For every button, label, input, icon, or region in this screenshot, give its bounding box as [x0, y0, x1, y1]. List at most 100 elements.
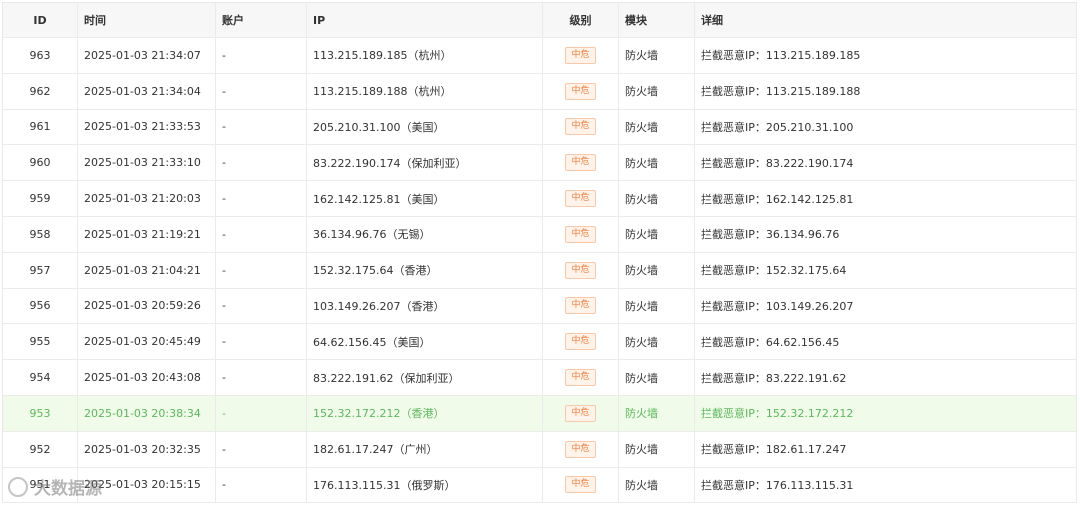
- cell-detail: 拦截恶意IP：113.215.189.188: [694, 73, 1077, 110]
- cell-detail: 拦截恶意IP：152.32.175.64: [694, 252, 1077, 289]
- cell-level: 中危: [542, 216, 619, 253]
- table-row[interactable]: 962 2025-01-03 21:34:04 - 113.215.189.18…: [2, 73, 1077, 110]
- cell-detail: 拦截恶意IP：83.222.191.62: [694, 359, 1077, 396]
- cell-detail: 拦截恶意IP：103.149.26.207: [694, 288, 1077, 325]
- cell-account: -: [215, 395, 307, 432]
- level-badge: 中危: [565, 261, 596, 279]
- level-badge: 中危: [565, 440, 596, 458]
- table-row[interactable]: 959 2025-01-03 21:20:03 - 162.142.125.81…: [2, 180, 1077, 217]
- table-row-highlighted[interactable]: 953 2025-01-03 20:38:34 - 152.32.172.212…: [2, 395, 1077, 432]
- column-header-detail[interactable]: 详细: [694, 2, 1077, 38]
- cell-level: 中危: [542, 144, 619, 182]
- cell-detail: 拦截恶意IP：176.113.115.31: [694, 467, 1077, 504]
- cell-level: 中危: [542, 431, 619, 468]
- cell-id: 963: [2, 37, 78, 74]
- cell-level: 中危: [542, 252, 619, 289]
- cell-time: 2025-01-03 20:38:34: [77, 395, 216, 432]
- column-header-time[interactable]: 时间: [77, 2, 216, 38]
- cell-account: -: [215, 216, 307, 253]
- cell-detail: 拦截恶意IP：83.222.190.174: [694, 144, 1077, 182]
- cell-ip: 176.113.115.31（俄罗斯）: [306, 467, 543, 504]
- table-row[interactable]: 951 2025-01-03 20:15:15 - 176.113.115.31…: [2, 467, 1077, 504]
- cell-account: -: [215, 359, 307, 396]
- cell-time: 2025-01-03 21:34:04: [77, 73, 216, 110]
- column-header-account[interactable]: 账户: [215, 2, 307, 38]
- cell-module: 防火墙: [618, 216, 695, 253]
- cell-ip: 113.215.189.185（杭州）: [306, 37, 543, 74]
- cell-account: -: [215, 288, 307, 325]
- cell-time: 2025-01-03 21:33:10: [77, 144, 216, 182]
- level-badge: 中危: [565, 154, 596, 172]
- cell-module: 防火墙: [618, 180, 695, 217]
- column-header-module[interactable]: 模块: [618, 2, 695, 38]
- cell-module: 防火墙: [618, 288, 695, 325]
- table-row[interactable]: 960 2025-01-03 21:33:10 - 83.222.190.174…: [2, 144, 1077, 182]
- column-header-id[interactable]: ID: [2, 2, 78, 38]
- level-badge: 中危: [565, 82, 596, 100]
- table-row[interactable]: 958 2025-01-03 21:19:21 - 36.134.96.76（无…: [2, 216, 1077, 253]
- table-header-row: ID 时间 账户 IP 级别 模块 详细: [2, 2, 1077, 38]
- cell-account: -: [215, 144, 307, 182]
- cell-module: 防火墙: [618, 37, 695, 74]
- cell-level: 中危: [542, 359, 619, 396]
- cell-ip: 152.32.175.64（香港）: [306, 252, 543, 289]
- table-row[interactable]: 952 2025-01-03 20:32:35 - 182.61.17.247（…: [2, 431, 1077, 468]
- level-badge: 中危: [565, 225, 596, 243]
- cell-time: 2025-01-03 20:59:26: [77, 288, 216, 325]
- cell-account: -: [215, 37, 307, 74]
- cell-module: 防火墙: [618, 144, 695, 182]
- cell-ip: 182.61.17.247（广州）: [306, 431, 543, 468]
- cell-time: 2025-01-03 21:34:07: [77, 37, 216, 74]
- cell-id: 958: [2, 216, 78, 253]
- level-badge: 中危: [565, 476, 596, 494]
- cell-id: 959: [2, 180, 78, 217]
- cell-ip: 64.62.156.45（美国）: [306, 323, 543, 361]
- cell-id: 953: [2, 395, 78, 432]
- cell-time: 2025-01-03 20:32:35: [77, 431, 216, 468]
- table-row[interactable]: 956 2025-01-03 20:59:26 - 103.149.26.207…: [2, 288, 1077, 325]
- level-badge: 中危: [565, 190, 596, 208]
- cell-level: 中危: [542, 73, 619, 110]
- column-header-ip[interactable]: IP: [306, 2, 543, 38]
- cell-detail: 拦截恶意IP：205.210.31.100: [694, 109, 1077, 146]
- cell-account: -: [215, 467, 307, 504]
- cell-account: -: [215, 252, 307, 289]
- cell-detail: 拦截恶意IP：36.134.96.76: [694, 216, 1077, 253]
- cell-ip: 103.149.26.207（香港）: [306, 288, 543, 325]
- table-row[interactable]: 961 2025-01-03 21:33:53 - 205.210.31.100…: [2, 109, 1077, 146]
- cell-module: 防火墙: [618, 73, 695, 110]
- cell-level: 中危: [542, 288, 619, 325]
- level-badge: 中危: [565, 46, 596, 64]
- cell-level: 中危: [542, 180, 619, 217]
- level-badge: 中危: [565, 404, 596, 422]
- cell-ip: 162.142.125.81（美国）: [306, 180, 543, 217]
- cell-level: 中危: [542, 467, 619, 504]
- cell-account: -: [215, 109, 307, 146]
- cell-time: 2025-01-03 20:45:49: [77, 323, 216, 361]
- cell-level: 中危: [542, 109, 619, 146]
- cell-id: 956: [2, 288, 78, 325]
- cell-id: 955: [2, 323, 78, 361]
- column-header-level[interactable]: 级别: [542, 2, 619, 38]
- cell-detail: 拦截恶意IP：113.215.189.185: [694, 37, 1077, 74]
- level-badge: 中危: [565, 297, 596, 315]
- cell-time: 2025-01-03 20:43:08: [77, 359, 216, 396]
- cell-ip: 83.222.190.174（保加利亚）: [306, 144, 543, 182]
- cell-module: 防火墙: [618, 431, 695, 468]
- cell-id: 962: [2, 73, 78, 110]
- cell-detail: 拦截恶意IP：162.142.125.81: [694, 180, 1077, 217]
- table-row[interactable]: 955 2025-01-03 20:45:49 - 64.62.156.45（美…: [2, 323, 1077, 361]
- cell-level: 中危: [542, 323, 619, 361]
- cell-time: 2025-01-03 21:19:21: [77, 216, 216, 253]
- table-row[interactable]: 954 2025-01-03 20:43:08 - 83.222.191.62（…: [2, 359, 1077, 396]
- cell-id: 961: [2, 109, 78, 146]
- cell-ip: 36.134.96.76（无锡）: [306, 216, 543, 253]
- cell-module: 防火墙: [618, 252, 695, 289]
- level-badge: 中危: [565, 118, 596, 136]
- cell-module: 防火墙: [618, 109, 695, 146]
- cell-account: -: [215, 180, 307, 217]
- cell-id: 952: [2, 431, 78, 468]
- table-row[interactable]: 963 2025-01-03 21:34:07 - 113.215.189.18…: [2, 37, 1077, 74]
- cell-id: 954: [2, 359, 78, 396]
- table-row[interactable]: 957 2025-01-03 21:04:21 - 152.32.175.64（…: [2, 252, 1077, 289]
